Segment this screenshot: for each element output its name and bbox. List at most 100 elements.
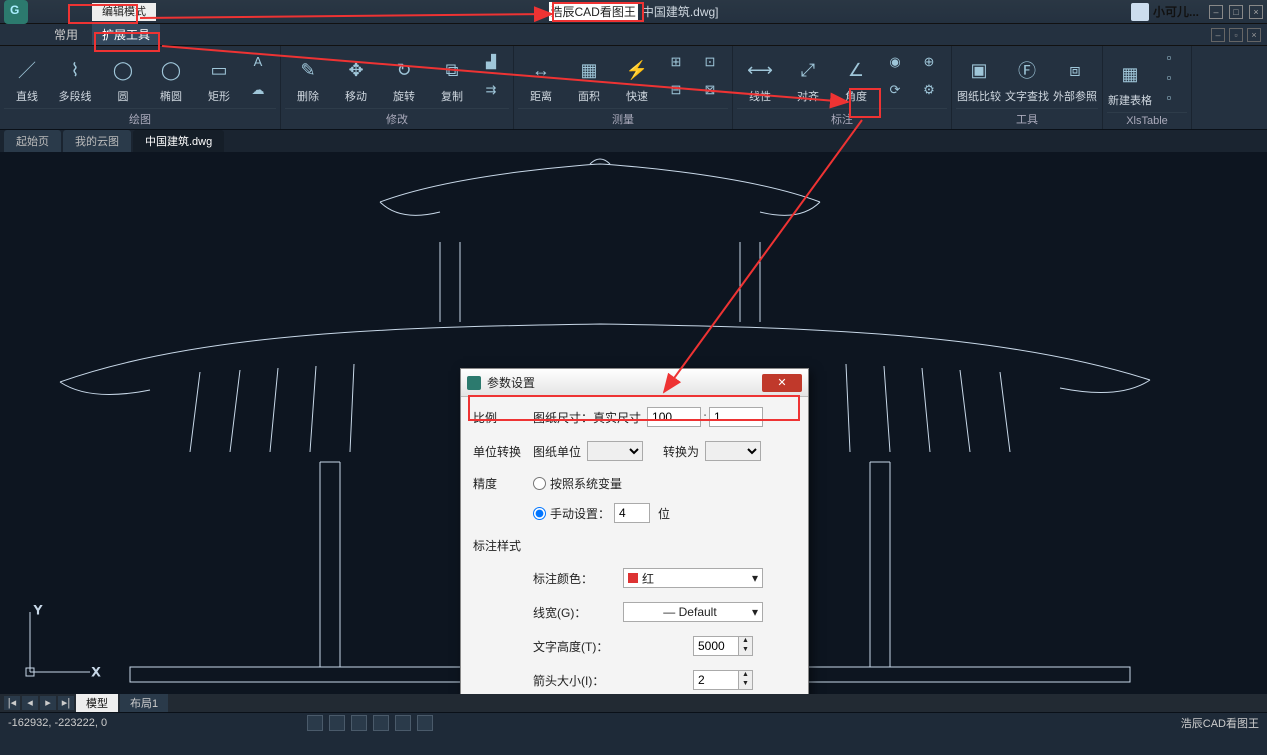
new-table-button[interactable]: ▦新建表格 bbox=[1107, 48, 1153, 112]
settings-dim-icon[interactable]: ⚙ bbox=[919, 82, 939, 102]
minimize-button[interactable]: – bbox=[1209, 5, 1223, 19]
precision-system-radio[interactable]: 按照系统变量 bbox=[533, 475, 622, 492]
drawing-canvas[interactable]: Y X 参数设置 ✕ 比例 图纸尺寸： 真实尺寸 : 单位转换 图纸单位 bbox=[0, 152, 1267, 694]
find-text-button[interactable]: Ⓕ文字查找 bbox=[1004, 48, 1050, 108]
tab-doc[interactable]: 中国建筑.dwg bbox=[133, 130, 224, 152]
precision-label: 精度 bbox=[473, 475, 533, 492]
spin-down-icon[interactable]: ▼ bbox=[739, 680, 752, 689]
dim-color-select[interactable]: 红 ▾ bbox=[623, 568, 763, 588]
spin-down-icon[interactable]: ▼ bbox=[739, 646, 752, 655]
status-btn-1[interactable] bbox=[307, 715, 323, 731]
x3-icon[interactable]: ▫ bbox=[1159, 90, 1179, 110]
quick-button[interactable]: ⚡快速 bbox=[614, 48, 660, 108]
ribbon-group-modify: ✎删除 ✥移动 ↻旋转 ⧉复制 ▟ ⇉ 修改 bbox=[281, 46, 514, 129]
area-button[interactable]: ▦面积 bbox=[566, 48, 612, 108]
precision-manual-radio[interactable]: 手动设置： 位 bbox=[533, 503, 670, 523]
m1-icon[interactable]: ⊞ bbox=[666, 54, 686, 74]
d3-icon[interactable]: ⊕ bbox=[919, 54, 939, 74]
line-button[interactable]: ／直线 bbox=[4, 48, 50, 108]
coordinates: -162932, -223222, 0 bbox=[8, 717, 107, 729]
m4-icon[interactable]: ⊠ bbox=[700, 82, 720, 102]
user-name: 小可儿... bbox=[1153, 3, 1199, 20]
dim-mini-1: ◉ ⟳ bbox=[881, 48, 913, 108]
dialog-close-button[interactable]: ✕ bbox=[762, 374, 802, 392]
m3-icon[interactable]: ⊡ bbox=[700, 54, 720, 74]
doc-close-button[interactable]: × bbox=[1247, 28, 1261, 42]
layout-last-button[interactable]: ▸| bbox=[58, 696, 74, 710]
status-btn-2[interactable] bbox=[329, 715, 345, 731]
layout-prev-button[interactable]: ◂ bbox=[22, 696, 38, 710]
text-icon[interactable]: A bbox=[248, 54, 268, 74]
copy-icon: ⧉ bbox=[438, 56, 466, 84]
spin-up-icon[interactable]: ▲ bbox=[739, 671, 752, 680]
arrow-size-input[interactable] bbox=[693, 670, 739, 690]
m2-icon[interactable]: ⊟ bbox=[666, 82, 686, 102]
ratio-b-input[interactable] bbox=[709, 407, 763, 427]
dim-align-button[interactable]: ⤢对齐 bbox=[785, 48, 831, 108]
precision-value-input[interactable] bbox=[614, 503, 650, 523]
d1-icon[interactable]: ◉ bbox=[885, 54, 905, 74]
ribbon-group-tools: ▣图纸比较 Ⓕ文字查找 ⧈外部参照 工具 bbox=[952, 46, 1103, 129]
lineweight-select[interactable]: — Default ▾ bbox=[623, 602, 763, 622]
ellipse-button[interactable]: ◯椭圆 bbox=[148, 48, 194, 108]
text-height-spin[interactable]: ▲▼ bbox=[693, 636, 753, 656]
window-title: 浩辰CAD看图王 中国建筑.dwg] bbox=[548, 2, 718, 21]
maximize-button[interactable]: □ bbox=[1229, 5, 1243, 19]
ratio-a-input[interactable] bbox=[647, 407, 701, 427]
cloud-icon[interactable]: ☁ bbox=[248, 82, 268, 102]
circle-button[interactable]: ◯圆 bbox=[100, 48, 146, 108]
mirror-icon[interactable]: ▟ bbox=[481, 54, 501, 74]
tab-start[interactable]: 起始页 bbox=[4, 130, 61, 152]
precision-system-input[interactable] bbox=[533, 477, 546, 490]
x1-icon[interactable]: ▫ bbox=[1159, 50, 1179, 70]
status-btn-5[interactable] bbox=[395, 715, 411, 731]
status-btn-3[interactable] bbox=[351, 715, 367, 731]
spin-up-icon[interactable]: ▲ bbox=[739, 637, 752, 646]
close-button[interactable]: × bbox=[1249, 5, 1263, 19]
distance-icon: ↔ bbox=[527, 56, 555, 84]
dim-linear-button[interactable]: ⟷线性 bbox=[737, 48, 783, 108]
unit-from-select[interactable] bbox=[587, 441, 643, 461]
rotate-button[interactable]: ↻旋转 bbox=[381, 48, 427, 108]
window-controls: – □ × bbox=[1209, 5, 1263, 19]
doc-restore-button[interactable]: ▫ bbox=[1229, 28, 1243, 42]
tab-extended-tools[interactable]: 扩展工具 bbox=[92, 24, 160, 45]
polyline-button[interactable]: ⌇多段线 bbox=[52, 48, 98, 108]
dim-angle-button[interactable]: ∠角度 bbox=[833, 48, 879, 108]
tab-common[interactable]: 常用 bbox=[44, 24, 88, 45]
user-panel[interactable]: 小可儿... bbox=[1131, 3, 1199, 21]
d2-icon[interactable]: ⟳ bbox=[885, 82, 905, 102]
mode-switcher[interactable]: 编辑模式 bbox=[92, 3, 156, 21]
dialog-title: 参数设置 bbox=[487, 374, 535, 391]
unit-to-select[interactable] bbox=[705, 441, 761, 461]
compare-button[interactable]: ▣图纸比较 bbox=[956, 48, 1002, 108]
svg-text:Y: Y bbox=[34, 603, 42, 617]
move-button[interactable]: ✥移动 bbox=[333, 48, 379, 108]
erase-icon: ✎ bbox=[294, 56, 322, 84]
unit-from-label: 图纸单位 bbox=[533, 443, 581, 460]
tab-cloud[interactable]: 我的云图 bbox=[63, 130, 131, 152]
offset-icon[interactable]: ⇉ bbox=[481, 82, 501, 102]
layout-1-tab[interactable]: 布局1 bbox=[120, 694, 168, 712]
arrow-size-label: 箭头大小(I)： bbox=[533, 672, 693, 689]
group-label-measure: 测量 bbox=[518, 108, 728, 129]
precision-manual-input[interactable] bbox=[533, 507, 546, 520]
text-height-input[interactable] bbox=[693, 636, 739, 656]
unit-to-label: 转换为 bbox=[663, 443, 699, 460]
layout-first-button[interactable]: |◂ bbox=[4, 696, 20, 710]
layout-model-tab[interactable]: 模型 bbox=[76, 694, 118, 712]
erase-button[interactable]: ✎删除 bbox=[285, 48, 331, 108]
layout-next-button[interactable]: ▸ bbox=[40, 696, 56, 710]
draw-mini-col: A ☁ bbox=[244, 48, 276, 108]
copy-button[interactable]: ⧉复制 bbox=[429, 48, 475, 108]
draw-size-label: 图纸尺寸： bbox=[533, 409, 593, 426]
distance-button[interactable]: ↔距离 bbox=[518, 48, 564, 108]
doc-minimize-button[interactable]: – bbox=[1211, 28, 1225, 42]
rectangle-button[interactable]: ▭矩形 bbox=[196, 48, 242, 108]
dialog-title-bar[interactable]: 参数设置 ✕ bbox=[461, 369, 808, 397]
status-btn-4[interactable] bbox=[373, 715, 389, 731]
x2-icon[interactable]: ▫ bbox=[1159, 70, 1179, 90]
arrow-size-spin[interactable]: ▲▼ bbox=[693, 670, 753, 690]
status-btn-6[interactable] bbox=[417, 715, 433, 731]
xref-button[interactable]: ⧈外部参照 bbox=[1052, 48, 1098, 108]
